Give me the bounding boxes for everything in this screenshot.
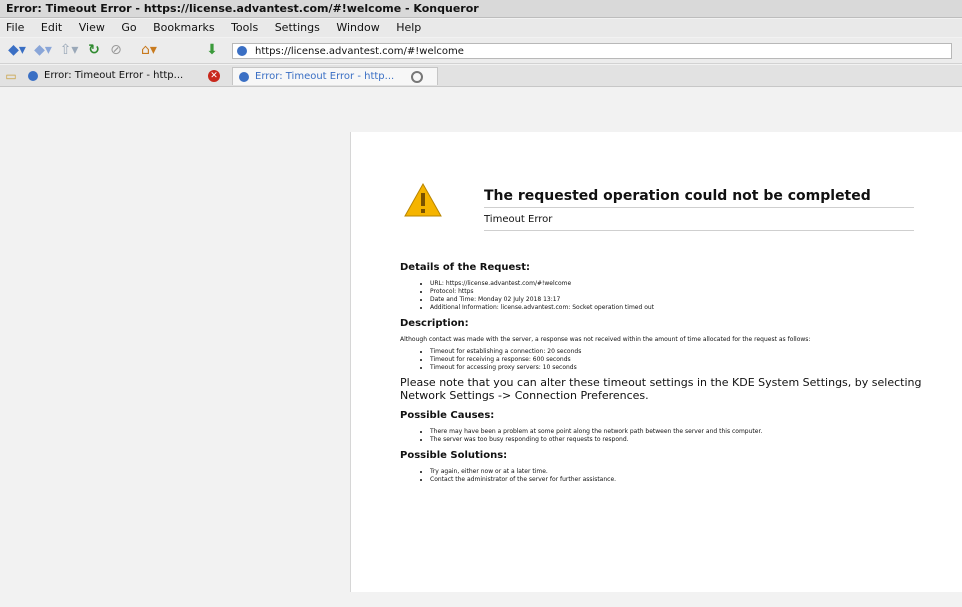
navigation-toolbar: ◆▾ ◆▾ ⇧▾ ↻ ⊘ ⌂▾ ⬇ https://license.advant… bbox=[0, 38, 962, 64]
up-arrow-icon: ⇧▾ bbox=[59, 42, 79, 58]
error-title: The requested operation could not be com… bbox=[484, 188, 871, 204]
details-list: URL: https://license.advantest.com/#!wel… bbox=[400, 280, 940, 312]
window-title: Error: Timeout Error - https://license.a… bbox=[0, 0, 962, 18]
url-field[interactable]: https://license.advantest.com/#!welcome bbox=[232, 43, 952, 59]
tab-globe-icon bbox=[239, 72, 249, 82]
causes-heading: Possible Causes: bbox=[400, 410, 495, 421]
menu-bar: File Edit View Go Bookmarks Tools Settin… bbox=[0, 19, 962, 37]
timeout-settings-note: Please note that you can alter these tim… bbox=[400, 376, 922, 402]
menu-go[interactable]: Go bbox=[121, 21, 136, 34]
list-item: Try again, either now or at a later time… bbox=[430, 468, 940, 476]
up-button[interactable]: ⇧▾ bbox=[58, 42, 80, 59]
back-arrow-icon: ◆▾ bbox=[8, 42, 26, 58]
url-text: https://license.advantest.com/#!welcome bbox=[255, 46, 464, 57]
description-section: Description: Although contact was made w… bbox=[400, 318, 940, 402]
stop-button[interactable]: ⊘ bbox=[108, 42, 124, 59]
reload-icon: ↻ bbox=[88, 42, 100, 58]
page-viewport: The requested operation could not be com… bbox=[0, 87, 962, 607]
download-icon: ⬇ bbox=[206, 42, 218, 58]
menu-view[interactable]: View bbox=[79, 21, 105, 34]
solutions-heading: Possible Solutions: bbox=[400, 450, 508, 461]
solutions-section: Possible Solutions: Try again, either no… bbox=[400, 450, 940, 484]
title-divider bbox=[484, 207, 914, 208]
forward-button[interactable]: ◆▾ bbox=[32, 42, 54, 59]
menu-bookmarks[interactable]: Bookmarks bbox=[153, 21, 214, 34]
causes-section: Possible Causes: There may have been a p… bbox=[400, 410, 940, 444]
site-globe-icon bbox=[237, 46, 247, 56]
list-item: Additional Information: license.advantes… bbox=[430, 304, 940, 312]
list-item: Contact the administrator of the server … bbox=[430, 476, 940, 484]
causes-list: There may have been a problem at some po… bbox=[400, 428, 940, 444]
loading-spinner-icon bbox=[411, 71, 423, 83]
tab-bar: ▭ Error: Timeout Error - http... ✕ Error… bbox=[0, 65, 962, 87]
warning-icon bbox=[404, 183, 442, 217]
list-item: URL: https://license.advantest.com/#!wel… bbox=[430, 280, 940, 288]
menu-edit[interactable]: Edit bbox=[41, 21, 62, 34]
menu-file[interactable]: File bbox=[6, 21, 24, 34]
list-item: The server was too busy responding to ot… bbox=[430, 436, 940, 444]
error-content: Details of the Request: URL: https://lic… bbox=[400, 262, 940, 490]
reload-button[interactable]: ↻ bbox=[86, 42, 102, 59]
list-item: Timeout for receiving a response: 600 se… bbox=[430, 356, 940, 364]
timeouts-list: Timeout for establishing a connection: 2… bbox=[400, 348, 940, 372]
back-button[interactable]: ◆▾ bbox=[6, 42, 28, 59]
tab-close-icon[interactable]: ✕ bbox=[208, 70, 220, 82]
description-text: Although contact was made with the serve… bbox=[400, 336, 811, 343]
home-icon: ⌂▾ bbox=[141, 42, 157, 58]
subtitle-divider bbox=[484, 230, 914, 231]
forward-arrow-icon: ◆▾ bbox=[34, 42, 52, 58]
tab-1-label: Error: Timeout Error - http... bbox=[44, 70, 184, 81]
details-section: Details of the Request: URL: https://lic… bbox=[400, 262, 940, 312]
home-button[interactable]: ⌂▾ bbox=[138, 42, 160, 59]
error-page: The requested operation could not be com… bbox=[350, 132, 962, 592]
description-heading: Description: bbox=[400, 318, 469, 329]
menu-settings[interactable]: Settings bbox=[275, 21, 320, 34]
new-tab-icon: ▭ bbox=[5, 69, 17, 83]
tab-1[interactable]: Error: Timeout Error - http... ✕ bbox=[22, 67, 230, 85]
solutions-list: Try again, either now or at a later time… bbox=[400, 468, 940, 484]
error-subtitle: Timeout Error bbox=[484, 214, 553, 225]
tab-2-label: Error: Timeout Error - http... bbox=[255, 71, 395, 82]
list-item: Timeout for accessing proxy servers: 10 … bbox=[430, 364, 940, 372]
download-button[interactable]: ⬇ bbox=[204, 42, 220, 59]
menu-help[interactable]: Help bbox=[396, 21, 421, 34]
list-item: Date and Time: Monday 02 July 2018 13:17 bbox=[430, 296, 940, 304]
new-tab-button[interactable]: ▭ bbox=[4, 68, 18, 85]
menu-tools[interactable]: Tools bbox=[231, 21, 258, 34]
details-heading: Details of the Request: bbox=[400, 262, 531, 273]
list-item: Timeout for establishing a connection: 2… bbox=[430, 348, 940, 356]
list-item: Protocol: https bbox=[430, 288, 940, 296]
tab-2[interactable]: Error: Timeout Error - http... bbox=[232, 67, 438, 85]
menu-window[interactable]: Window bbox=[336, 21, 379, 34]
list-item: There may have been a problem at some po… bbox=[430, 428, 940, 436]
stop-icon: ⊘ bbox=[110, 42, 122, 58]
tab-globe-icon bbox=[28, 71, 38, 81]
